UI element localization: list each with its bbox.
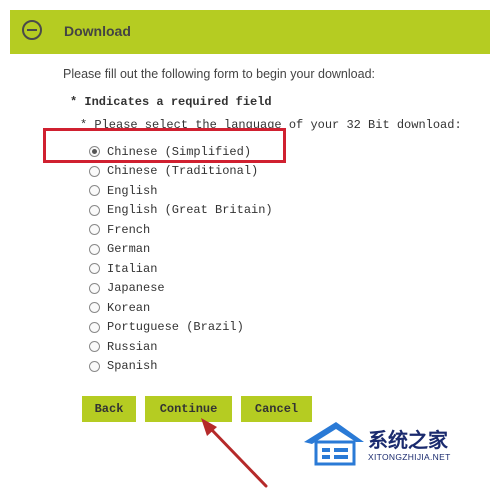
watermark-brand: 系统之家: [368, 428, 448, 452]
house-logo-icon: [304, 422, 364, 466]
watermark: 系统之家 XITONGZHIJIA.NET: [296, 416, 492, 466]
watermark-site: XITONGZHIJIA.NET: [368, 452, 451, 462]
